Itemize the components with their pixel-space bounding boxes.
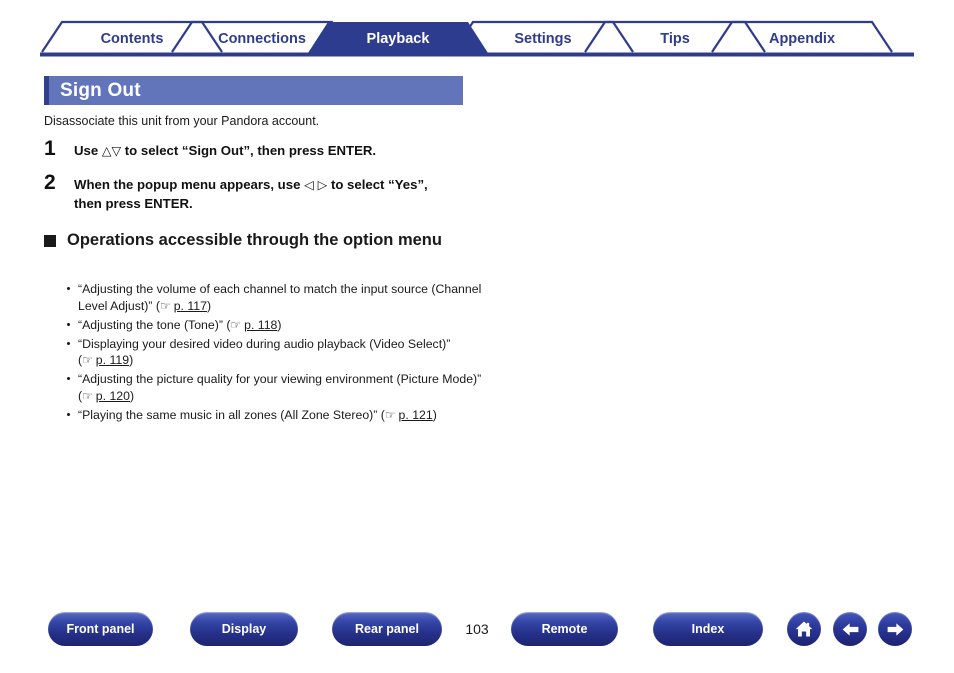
forward-button[interactable] (878, 612, 912, 646)
pointing-hand-icon: ☞ (82, 389, 93, 404)
tab-playback[interactable] (316, 20, 481, 52)
list-item: “Playing the same music in all zones (Al… (66, 407, 486, 424)
list-item: “Adjusting the tone (Tone)” (☞ p. 118) (66, 317, 486, 334)
page-reference[interactable]: ☞ p. 121 (385, 408, 433, 422)
page-link[interactable]: p. 120 (96, 389, 130, 403)
leftright-arrow-glyph-icon: ◁ ▷ (304, 177, 328, 193)
footer-nav: Front panel Display Rear panel 103 Remot… (0, 612, 954, 670)
display-button[interactable]: Display (190, 612, 298, 646)
step-item: 1 Use △▽ to select “Sign Out”, then pres… (44, 137, 604, 160)
home-icon (795, 621, 813, 637)
tab-appendix[interactable] (720, 20, 885, 52)
arrow-right-icon (887, 622, 903, 636)
page-link[interactable]: p. 117 (174, 299, 207, 313)
steps-list: 1 Use △▽ to select “Sign Out”, then pres… (44, 137, 604, 225)
list-item: “Adjusting the picture quality for your … (66, 371, 486, 405)
step-item: 2 When the popup menu appears, use ◁ ▷ t… (44, 172, 604, 213)
list-item-text: “Displaying your desired video during au… (78, 336, 451, 368)
list-item-tail: ) (277, 317, 282, 332)
page-title-bar: Sign Out (44, 76, 463, 105)
tab-baseline (40, 52, 914, 57)
page-link[interactable]: p. 121 (399, 408, 433, 422)
list-item: “Displaying your desired video during au… (66, 336, 486, 370)
list-item-tail: ) (206, 298, 212, 313)
intro-text: Disassociate this unit from your Pandora… (44, 114, 320, 128)
step-number: 1 (44, 137, 56, 160)
step-text: When the popup menu appears, use ◁ ▷ to … (74, 172, 429, 213)
display-label: Display (221, 622, 267, 636)
step-number: 2 (44, 171, 56, 195)
page-reference[interactable]: ☞ p. 119 (82, 353, 129, 367)
square-bullet-icon (44, 235, 56, 247)
remote-label: Remote (541, 622, 588, 636)
list-item-tail: ) (130, 389, 135, 404)
page-reference[interactable]: ☞ p. 118 (230, 318, 277, 332)
index-button[interactable]: Index (653, 612, 763, 646)
back-button[interactable] (833, 612, 867, 646)
list-item-tail: ) (129, 353, 134, 368)
index-label: Index (691, 622, 725, 636)
remote-button[interactable]: Remote (511, 612, 618, 646)
list-item-tail: ) (432, 407, 437, 422)
rear-panel-label: Rear panel (355, 622, 419, 636)
front-panel-button[interactable]: Front panel (48, 612, 153, 646)
subsection-heading: Operations accessible through the option… (44, 230, 444, 251)
subsection-heading-label: Operations accessible through the option… (67, 231, 442, 249)
list-item-text: “Playing the same music in all zones (Al… (78, 407, 385, 422)
page-number: 103 (465, 621, 489, 637)
step-text: Use △▽ to select “Sign Out”, then press … (74, 138, 376, 160)
tab-bar: Contents Connections Playback Settings T… (40, 18, 914, 60)
page-reference[interactable]: ☞ p. 117 (160, 299, 207, 313)
list-item-text: “Adjusting the volume of each channel to… (78, 282, 482, 313)
home-icon-button[interactable] (787, 612, 821, 646)
pointing-hand-icon: ☞ (230, 317, 241, 332)
page-link[interactable]: p. 119 (96, 353, 129, 367)
list-item-text: “Adjusting the picture quality for your … (78, 372, 482, 404)
front-panel-label: Front panel (66, 622, 135, 636)
page-link[interactable]: p. 118 (244, 318, 277, 332)
step-text-post: to select “Sign Out”, then press ENTER. (121, 143, 377, 158)
arrow-left-icon (842, 622, 858, 636)
list-item-text: “Adjusting the tone (Tone)” ( (78, 317, 231, 332)
pointing-hand-icon: ☞ (384, 407, 396, 422)
pointing-hand-icon: ☞ (82, 353, 93, 368)
page-title: Sign Out (60, 79, 141, 101)
step-text-pre: When the popup menu appears, use (74, 177, 305, 193)
rear-panel-button[interactable]: Rear panel (332, 612, 442, 646)
updown-arrow-glyph-icon: △▽ (101, 143, 122, 158)
pointing-hand-icon: ☞ (160, 298, 171, 313)
step-text-pre: Use (74, 143, 102, 158)
option-menu-list: “Adjusting the volume of each channel to… (66, 281, 486, 426)
list-item: “Adjusting the volume of each channel to… (66, 281, 486, 315)
page-reference[interactable]: ☞ p. 120 (82, 389, 130, 403)
